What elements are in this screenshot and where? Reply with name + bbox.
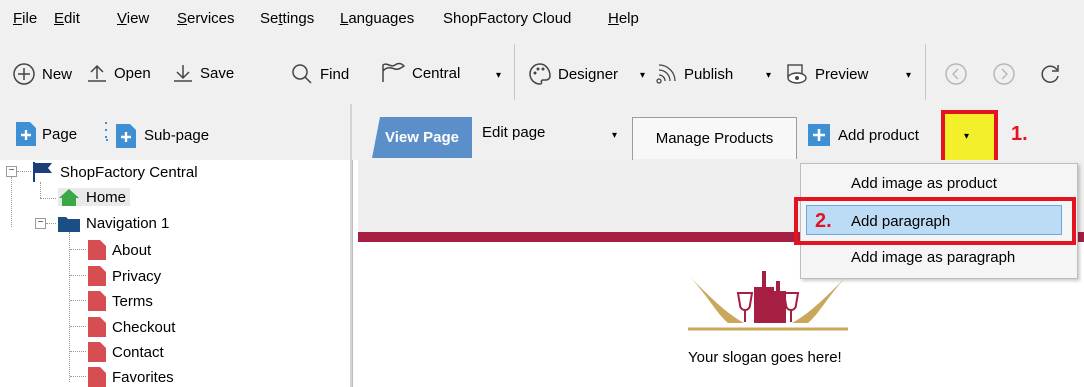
page-icon xyxy=(88,317,106,337)
upload-icon xyxy=(88,64,106,82)
menu-edit[interactable]: Edit xyxy=(54,10,80,27)
publish-dropdown-icon[interactable]: ▾ xyxy=(766,70,771,81)
annotation-label-step1: 1. xyxy=(1011,123,1028,145)
annotation-label-step2: 2. xyxy=(815,210,832,232)
menu-view[interactable]: View xyxy=(117,10,149,27)
back-button[interactable] xyxy=(944,62,968,86)
designer-button[interactable]: Designer xyxy=(528,62,618,86)
back-icon xyxy=(945,63,967,85)
add-subpage-button[interactable]: Sub-page xyxy=(104,122,209,148)
tree-item-privacy[interactable]: Privacy xyxy=(88,266,161,286)
find-button[interactable]: Find xyxy=(290,62,349,86)
menu-shopfactory-cloud[interactable]: ShopFactory Cloud xyxy=(443,10,571,27)
tree-item-shopfactory-central[interactable]: ShopFactory Central xyxy=(32,162,198,182)
store-slogan: Your slogan goes here! xyxy=(688,349,842,366)
menu-languages[interactable]: Languages xyxy=(340,10,414,27)
toolbar-separator xyxy=(514,44,515,100)
plus-circle-icon xyxy=(13,63,35,85)
flag-icon xyxy=(33,162,52,182)
forward-icon xyxy=(993,63,1015,85)
download-icon xyxy=(174,65,192,82)
palette-icon xyxy=(529,63,551,85)
subpage-add-icon xyxy=(105,122,136,148)
tab-manage-products[interactable]: Manage Products xyxy=(632,117,797,159)
add-product-button[interactable]: Add product xyxy=(808,124,919,146)
search-icon xyxy=(292,64,312,84)
tree-item-about[interactable]: About xyxy=(88,240,151,260)
page-icon xyxy=(88,342,106,362)
tree-item-checkout[interactable]: Checkout xyxy=(88,317,175,337)
central-button[interactable]: Central xyxy=(380,62,460,84)
annotation-box-step2 xyxy=(794,197,1076,245)
tree-item-home[interactable]: Home xyxy=(58,188,131,206)
menu-services[interactable]: Services xyxy=(177,10,235,27)
save-button[interactable]: Save xyxy=(172,62,234,84)
add-product-icon xyxy=(808,124,830,146)
page-icon xyxy=(88,266,106,286)
tree-item-terms[interactable]: Terms xyxy=(88,291,153,311)
tree-item-contact[interactable]: Contact xyxy=(88,342,164,362)
menu-item-add-image-as-product[interactable]: Add image as product xyxy=(851,175,997,192)
forward-button[interactable] xyxy=(992,62,1016,86)
page-icon xyxy=(88,291,106,311)
preview-icon xyxy=(787,64,807,84)
tree-item-navigation-1[interactable]: Navigation 1 xyxy=(58,214,169,232)
home-icon xyxy=(59,189,79,206)
tab-view-page[interactable]: View Page xyxy=(372,117,472,158)
tree-item-favorites[interactable]: Favorites xyxy=(88,367,174,387)
menu-item-add-image-as-paragraph[interactable]: Add image as paragraph xyxy=(851,249,1015,266)
tree-expander-navigation[interactable]: − xyxy=(35,218,46,229)
designer-dropdown-icon[interactable]: ▾ xyxy=(640,70,645,81)
broadcast-icon xyxy=(656,64,676,84)
publish-button[interactable]: Publish xyxy=(654,62,733,86)
toolbar-separator xyxy=(925,44,926,100)
preview-button[interactable]: Preview xyxy=(785,62,868,86)
menu-file[interactable]: File xyxy=(13,10,37,27)
toolbar: New Open Save Find Central ▾ Designer ▾ … xyxy=(0,44,1084,100)
page-tree: − ShopFactory Central Home − Navigation … xyxy=(0,160,350,387)
tree-expander-root[interactable]: − xyxy=(6,166,17,177)
menu-help[interactable]: Help xyxy=(608,10,639,27)
page-icon xyxy=(88,240,106,260)
menu-bar: File Edit View Services Settings Languag… xyxy=(0,0,1084,40)
annotation-box-step1 xyxy=(941,110,998,165)
preview-dropdown-icon[interactable]: ▾ xyxy=(906,70,911,81)
refresh-button[interactable] xyxy=(1038,62,1062,86)
page-add-icon xyxy=(16,122,36,146)
refresh-icon xyxy=(1041,65,1059,83)
open-button[interactable]: Open xyxy=(86,62,151,84)
edit-page-dropdown-icon[interactable]: ▾ xyxy=(612,130,617,141)
flag-icon xyxy=(382,62,406,82)
tab-edit-page[interactable]: Edit page xyxy=(482,124,545,141)
folder-icon xyxy=(58,217,80,232)
central-dropdown-icon[interactable]: ▾ xyxy=(496,70,501,81)
new-button[interactable]: New xyxy=(12,62,72,86)
add-page-button[interactable]: Page xyxy=(16,122,77,146)
menu-settings[interactable]: Settings xyxy=(260,10,314,27)
page-icon xyxy=(88,367,106,387)
